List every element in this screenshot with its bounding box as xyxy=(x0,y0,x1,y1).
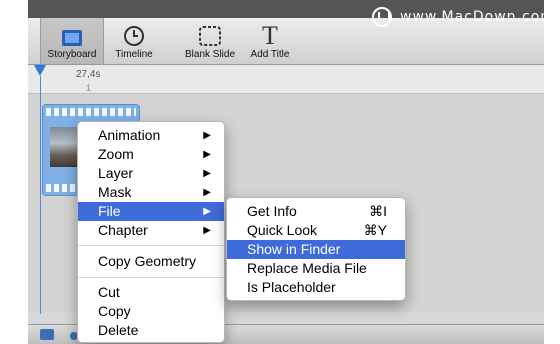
playhead-handle[interactable] xyxy=(34,65,46,76)
submenu-item-label: Show in Finder xyxy=(247,241,341,257)
storyboard-icon xyxy=(62,30,82,46)
macdown-logo-icon xyxy=(372,7,392,27)
menu-item-label: Delete xyxy=(98,322,139,338)
menu-item-file[interactable]: File ▶ xyxy=(78,202,224,221)
submenu-arrow-icon: ▶ xyxy=(203,149,211,160)
menu-item-copy-geometry[interactable]: Copy Geometry xyxy=(78,252,224,271)
shortcut-label: ⌘Y xyxy=(363,222,387,238)
menu-item-cut[interactable]: Cut xyxy=(78,283,224,302)
menu-item-copy[interactable]: Copy xyxy=(78,302,224,321)
submenu-item-label: Get Info xyxy=(247,203,297,219)
submenu-item-replace-media-file[interactable]: Replace Media File xyxy=(227,259,405,278)
submenu-arrow-icon: ▶ xyxy=(203,206,211,217)
submenu-item-is-placeholder[interactable]: Is Placeholder xyxy=(227,278,405,297)
menu-item-mask[interactable]: Mask ▶ xyxy=(78,183,224,202)
blank-slide-button[interactable]: Blank Slide xyxy=(180,18,240,64)
add-title-button[interactable]: T Add Title xyxy=(244,18,296,64)
clip-thumbnail xyxy=(50,127,80,167)
submenu-item-label: Is Placeholder xyxy=(247,279,336,295)
timeline-label: Timeline xyxy=(115,49,153,60)
blank-slide-icon xyxy=(199,26,221,46)
clock-icon xyxy=(124,26,144,46)
duration-label: 27,4s xyxy=(76,69,101,80)
photo-icon[interactable] xyxy=(40,329,54,340)
menu-item-label: Copy xyxy=(98,303,131,319)
shortcut-label: ⌘I xyxy=(369,203,387,219)
submenu-item-quick-look[interactable]: Quick Look ⌘Y xyxy=(227,221,405,240)
watermark: www.MacDown.com xyxy=(372,6,544,28)
menu-item-label: Animation xyxy=(98,127,161,143)
submenu-arrow-icon: ▶ xyxy=(203,187,211,198)
timeline-button[interactable]: Timeline xyxy=(108,18,160,64)
blank-slide-label: Blank Slide xyxy=(184,49,236,60)
menu-item-delete[interactable]: Delete xyxy=(78,321,224,340)
submenu-item-label: Quick Look xyxy=(247,222,318,238)
menu-separator xyxy=(78,245,224,246)
storyboard-button[interactable]: Storyboard xyxy=(40,18,104,64)
menu-separator xyxy=(78,277,224,278)
film-holes-top xyxy=(46,108,136,116)
menu-item-zoom[interactable]: Zoom ▶ xyxy=(78,145,224,164)
menu-item-label: Copy Geometry xyxy=(98,253,197,269)
menu-item-label: Zoom xyxy=(98,146,134,162)
watermark-text: www.MacDown.com xyxy=(400,9,544,25)
storyboard-label: Storyboard xyxy=(47,49,97,60)
submenu-arrow-icon: ▶ xyxy=(203,168,211,179)
menu-item-chapter[interactable]: Chapter ▶ xyxy=(78,221,224,240)
playhead-line xyxy=(40,76,41,314)
menu-item-animation[interactable]: Animation ▶ xyxy=(78,126,224,145)
menu-item-layer[interactable]: Layer ▶ xyxy=(78,164,224,183)
menu-item-label: Chapter xyxy=(98,222,148,238)
file-submenu: Get Info ⌘I Quick Look ⌘Y Show in Finder… xyxy=(226,197,406,301)
slide-number: 1 xyxy=(86,83,92,93)
menu-item-label: File xyxy=(98,203,121,219)
context-menu: Animation ▶ Zoom ▶ Layer ▶ Mask ▶ File ▶… xyxy=(77,121,225,343)
submenu-item-get-info[interactable]: Get Info ⌘I xyxy=(227,202,405,221)
add-title-label: Add Title xyxy=(250,49,290,60)
title-t-icon: T xyxy=(262,21,278,50)
menu-item-label: Cut xyxy=(98,284,120,300)
time-ruler[interactable]: 27,4s 1 xyxy=(28,65,544,94)
submenu-arrow-icon: ▶ xyxy=(203,225,211,236)
submenu-item-show-in-finder[interactable]: Show in Finder xyxy=(227,240,405,259)
submenu-item-label: Replace Media File xyxy=(247,260,367,276)
menu-item-label: Mask xyxy=(98,184,132,200)
menu-item-label: Layer xyxy=(98,165,134,181)
submenu-arrow-icon: ▶ xyxy=(203,130,211,141)
